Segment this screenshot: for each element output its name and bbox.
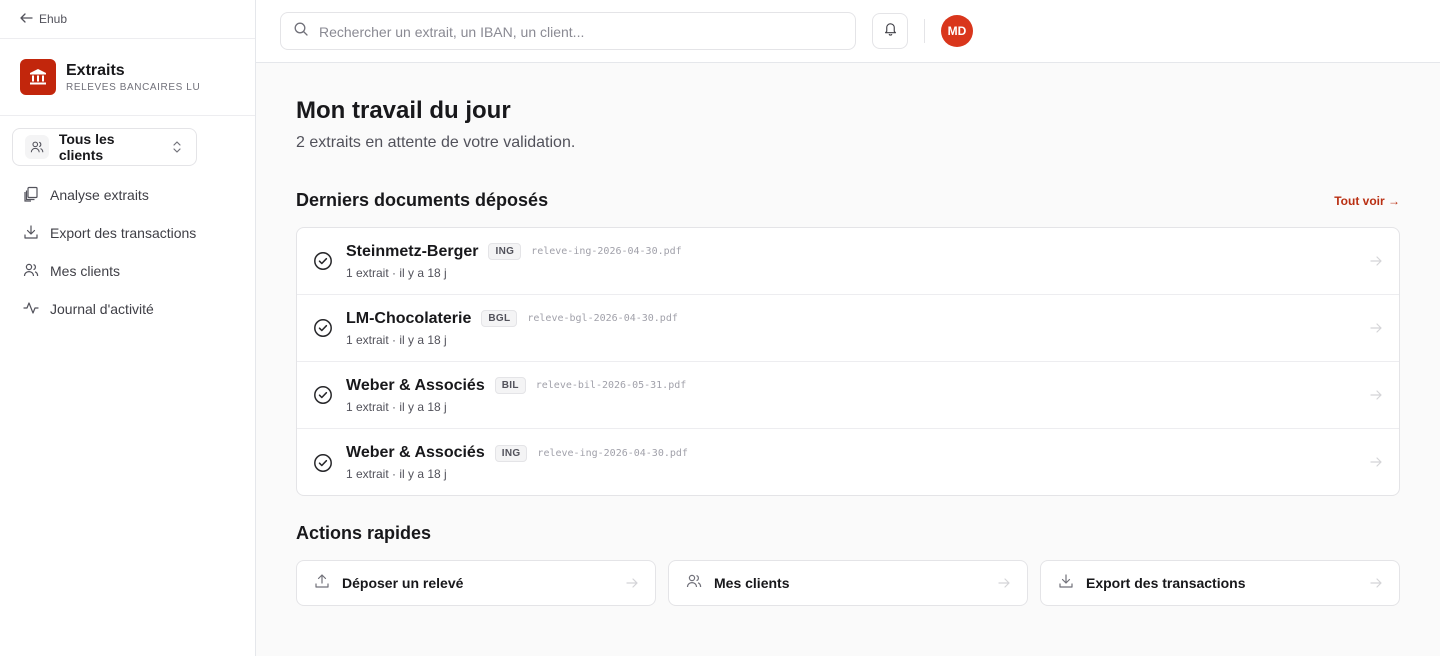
upload-icon: [314, 573, 330, 594]
users-icon: [25, 135, 49, 159]
document-meta: 1 extrait · il y a 18 j: [346, 332, 447, 347]
export-transactions-button[interactable]: Export des transactions: [1040, 560, 1400, 606]
action-label: Mes clients: [714, 575, 790, 591]
page-subtitle: 2 extraits en attente de votre validatio…: [296, 134, 576, 151]
upload-statement-button[interactable]: Déposer un relevé: [296, 560, 656, 606]
action-label: Export des transactions: [1086, 575, 1246, 591]
client-selector[interactable]: Tous les clients: [12, 128, 197, 166]
bank-badge: ING: [488, 243, 522, 260]
search-input[interactable]: Rechercher un extrait, un IBAN, un clien…: [280, 12, 856, 50]
notifications-button[interactable]: [872, 13, 908, 49]
sidebar-item-label: Export des transactions: [50, 225, 197, 241]
search-icon: [293, 21, 309, 42]
arrow-right-icon: [1369, 388, 1383, 402]
brand-title: Extraits: [66, 61, 125, 79]
arrow-right-icon: [997, 576, 1011, 590]
bank-badge: BGL: [481, 310, 518, 327]
document-row[interactable]: Steinmetz-Berger ING releve-ing-2026-04-…: [297, 228, 1399, 295]
document-row[interactable]: Weber & Associés BIL releve-bil-2026-05-…: [297, 362, 1399, 429]
topbar-divider: [924, 19, 925, 43]
document-meta: 1 extrait · il y a 18 j: [346, 265, 447, 280]
search-placeholder: Rechercher un extrait, un IBAN, un clien…: [319, 23, 585, 40]
bell-icon: [883, 21, 898, 41]
action-label: Déposer un relevé: [342, 575, 464, 591]
check-circle-icon: [313, 318, 333, 338]
document-row[interactable]: Weber & Associés ING releve-ing-2026-04-…: [297, 429, 1399, 495]
arrow-right-icon: [1369, 254, 1383, 268]
document-meta: 1 extrait · il y a 18 j: [346, 467, 447, 481]
recent-documents-title: Derniers documents déposés: [296, 190, 549, 210]
bank-badge: BIL: [494, 377, 526, 394]
bank-icon: [20, 59, 56, 95]
brand-subtitle: RELEVES BANCAIRES LU: [66, 81, 201, 93]
documents-icon: [23, 186, 39, 205]
client-selector-label: Tous les clients: [58, 131, 115, 163]
document-filename: releve-ing-2026-04-30.pdf: [531, 246, 682, 257]
document-filename: releve-bgl-2026-04-30.pdf: [527, 313, 678, 324]
document-client: Weber & Associés: [346, 376, 485, 394]
users-icon: [23, 262, 39, 281]
see-all-link[interactable]: Tout voir →: [1334, 194, 1400, 208]
activity-icon: [23, 300, 39, 319]
documents-list: Steinmetz-Berger ING releve-ing-2026-04-…: [296, 227, 1400, 496]
chevron-updown-icon: [172, 140, 182, 154]
my-clients-button[interactable]: Mes clients: [668, 560, 1028, 606]
sidebar-nav: Analyse extraits Export des transactions…: [12, 176, 244, 328]
sidebar-item-export-transactions[interactable]: Export des transactions: [12, 214, 244, 252]
topbar: Rechercher un extrait, un IBAN, un clien…: [256, 0, 1440, 63]
check-circle-icon: [313, 385, 333, 405]
brand: Extraits RELEVES BANCAIRES LU: [0, 39, 255, 116]
arrow-right-icon: [1369, 576, 1383, 590]
check-circle-icon: [313, 251, 333, 271]
back-link-label: Ehub: [39, 12, 68, 26]
arrow-right-icon: [1369, 321, 1383, 335]
page-title: Mon travail du jour: [296, 97, 511, 124]
user-avatar[interactable]: MD: [941, 15, 973, 47]
download-icon: [1058, 573, 1074, 594]
document-filename: releve-bil-2026-05-31.pdf: [535, 380, 687, 391]
sidebar-item-journal-activite[interactable]: Journal d'activité: [12, 290, 244, 328]
sidebar-item-analyse-extraits[interactable]: Analyse extraits: [12, 176, 244, 214]
download-icon: [23, 224, 39, 243]
arrow-right-icon: [1369, 455, 1383, 469]
document-client: LM-Chocolaterie: [346, 309, 472, 327]
arrow-right-icon: [625, 576, 639, 590]
document-filename: releve-ing-2026-04-30.pdf: [537, 447, 688, 459]
arrow-left-icon: [20, 12, 33, 26]
sidebar-item-label: Analyse extraits: [50, 187, 149, 203]
sidebar-item-label: Journal d'activité: [50, 301, 154, 317]
document-client: Weber & Associés: [346, 444, 485, 461]
document-meta: 1 extrait · il y a 18 j: [346, 399, 447, 414]
bank-badge: ING: [494, 444, 528, 462]
document-row[interactable]: LM-Chocolaterie BGL releve-bgl-2026-04-3…: [297, 295, 1399, 362]
document-client: Steinmetz-Berger: [346, 242, 479, 260]
back-link[interactable]: Ehub: [0, 0, 255, 39]
sidebar: Ehub Extraits RELEVES BANCAIRES LU Tous …: [0, 0, 256, 656]
check-circle-icon: [313, 453, 333, 473]
quick-actions-title: Actions rapides: [296, 523, 432, 543]
quick-actions: Déposer un relevé Mes clients Export des…: [296, 560, 1400, 606]
sidebar-item-mes-clients[interactable]: Mes clients: [12, 252, 244, 290]
users-icon: [686, 573, 702, 594]
sidebar-item-label: Mes clients: [50, 263, 121, 279]
